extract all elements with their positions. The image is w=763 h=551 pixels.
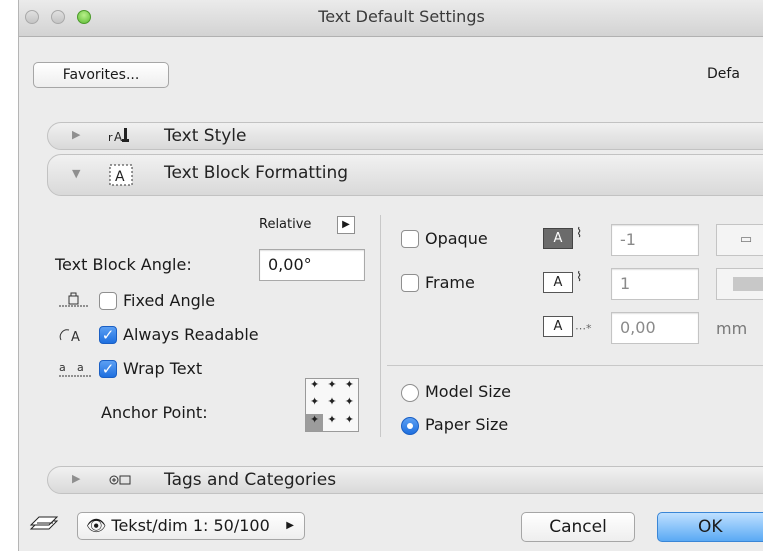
svg-text:a: a bbox=[77, 361, 84, 374]
anchor-middle-left[interactable]: ✦ bbox=[306, 396, 323, 413]
svg-text:A: A bbox=[114, 130, 123, 144]
anchor-point-label: Anchor Point: bbox=[101, 403, 208, 422]
dropdown-arrow-icon: ▶ bbox=[286, 520, 294, 531]
disclosure-down-icon[interactable]: ▼ bbox=[72, 167, 80, 180]
bottom-bar: 👁 Tekst/dim 1: 50/100 ▶ Cancel OK bbox=[19, 507, 763, 551]
always-readable-label: Always Readable bbox=[123, 325, 259, 344]
fixed-angle-label: Fixed Angle bbox=[123, 291, 216, 310]
anchor-middle-right[interactable]: ✦ bbox=[341, 396, 358, 413]
model-size-label: Model Size bbox=[425, 382, 511, 401]
favorites-button[interactable]: Favorites... bbox=[33, 62, 169, 88]
anchor-center[interactable]: ✦ bbox=[323, 396, 340, 413]
title-bar[interactable]: Text Default Settings bbox=[19, 0, 763, 37]
anchor-bottom-center[interactable]: ✦ bbox=[323, 413, 340, 431]
frame-pen-icon: A bbox=[543, 272, 573, 293]
text-block-angle-label: Text Block Angle: bbox=[55, 255, 192, 274]
paper-size-radio[interactable] bbox=[401, 417, 419, 435]
fixed-angle-checkbox[interactable] bbox=[99, 292, 117, 310]
text-block-angle-field[interactable]: 0,00° bbox=[259, 249, 365, 281]
frame-offset-field[interactable]: 0,00 bbox=[611, 312, 699, 344]
anchor-top-left[interactable]: ✦ bbox=[306, 378, 323, 396]
paper-size-label: Paper Size bbox=[425, 415, 509, 434]
layer-icon bbox=[27, 513, 61, 538]
svg-text:r: r bbox=[108, 131, 113, 144]
offset-asterisk-icon: ⋯* bbox=[575, 322, 592, 335]
section-title-text-style: Text Style bbox=[164, 126, 247, 146]
layer-dropdown[interactable]: 👁 Tekst/dim 1: 50/100 ▶ bbox=[77, 512, 305, 540]
section-text-block-formatting[interactable]: ▼ A Text Block Formatting bbox=[47, 154, 763, 196]
frame-pen-field[interactable]: 1 bbox=[611, 268, 699, 300]
anchor-bottom-left[interactable]: ✦ bbox=[306, 413, 324, 431]
section-text-style[interactable]: ▶ r A Text Style bbox=[47, 122, 763, 150]
model-size-radio[interactable] bbox=[401, 384, 419, 402]
unit-label: mm bbox=[716, 319, 748, 338]
tags-icon bbox=[108, 471, 132, 493]
frame-pen-swatch bbox=[733, 277, 763, 291]
cancel-button[interactable]: Cancel bbox=[521, 512, 635, 542]
svg-text:A: A bbox=[71, 330, 80, 344]
pen-tip-icon: ⌇ bbox=[576, 226, 583, 241]
section-tags-and-categories[interactable]: ▶ Tags and Categories bbox=[47, 466, 763, 494]
section-title-text-block-formatting: Text Block Formatting bbox=[164, 163, 349, 183]
frame-pen-picker[interactable] bbox=[716, 268, 763, 300]
relative-arrow-button[interactable]: ▶ bbox=[337, 216, 355, 234]
wrap-text-label: Wrap Text bbox=[123, 359, 203, 378]
column-divider bbox=[380, 215, 381, 437]
text-block-icon: A bbox=[108, 163, 134, 191]
wrap-text-icon: a a bbox=[57, 358, 93, 381]
size-divider bbox=[387, 365, 763, 366]
dialog-toolbar: Favorites... Defa bbox=[19, 36, 763, 108]
always-readable-checkbox[interactable]: ✓ bbox=[99, 326, 117, 344]
pen-tip-icon: ⌇ bbox=[576, 270, 583, 285]
dialog-window: Text Default Settings Favorites... Defa … bbox=[18, 0, 763, 551]
opaque-pen-icon: A bbox=[543, 228, 573, 249]
anchor-bottom-right[interactable]: ✦ bbox=[341, 413, 358, 431]
anchor-top-center[interactable]: ✦ bbox=[323, 378, 340, 396]
fixed-angle-icon bbox=[57, 292, 91, 311]
disclosure-right-icon[interactable]: ▶ bbox=[72, 128, 80, 141]
text-style-icon: r A bbox=[108, 126, 130, 148]
layer-value: Tekst/dim 1: 50/100 bbox=[111, 516, 270, 535]
disclosure-right-icon[interactable]: ▶ bbox=[72, 472, 80, 485]
svg-text:A: A bbox=[115, 169, 125, 185]
wrap-text-checkbox[interactable]: ✓ bbox=[99, 360, 117, 378]
opaque-checkbox[interactable] bbox=[401, 230, 419, 248]
section-title-tags-and-categories: Tags and Categories bbox=[164, 470, 337, 490]
default-label: Defa bbox=[707, 66, 740, 82]
frame-offset-icon: A bbox=[543, 316, 573, 337]
opaque-label: Opaque bbox=[425, 229, 488, 248]
svg-text:a: a bbox=[59, 361, 66, 374]
window-title: Text Default Settings bbox=[318, 7, 485, 26]
eye-icon: 👁 bbox=[86, 516, 107, 535]
frame-label: Frame bbox=[425, 273, 475, 292]
readable-icon: A bbox=[57, 326, 91, 347]
opaque-pen-picker[interactable]: ▭ bbox=[716, 224, 763, 256]
ok-button[interactable]: OK bbox=[657, 512, 763, 542]
opaque-pen-field[interactable]: -1 bbox=[611, 224, 699, 256]
anchor-top-right[interactable]: ✦ bbox=[341, 378, 358, 396]
relative-label: Relative bbox=[259, 217, 312, 232]
anchor-point-grid[interactable]: ✦ ✦ ✦ ✦ ✦ ✦ ✦ ✦ ✦ bbox=[305, 378, 359, 432]
frame-checkbox[interactable] bbox=[401, 274, 419, 292]
